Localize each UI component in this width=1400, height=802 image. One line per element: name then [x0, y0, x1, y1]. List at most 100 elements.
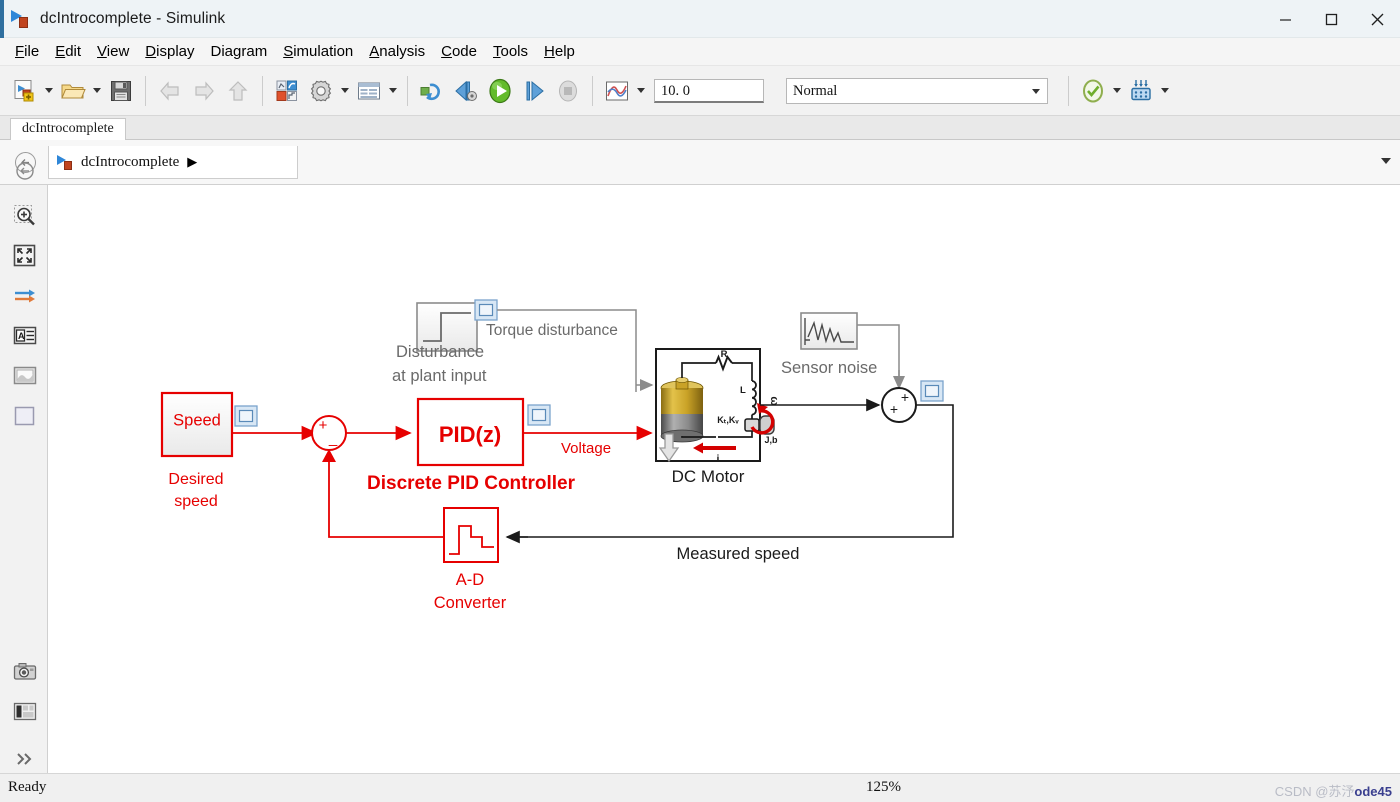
scope-badge-pid[interactable]	[528, 405, 550, 425]
open-folder-icon[interactable]	[56, 74, 90, 108]
desired-speed-inner-label: Speed	[173, 411, 221, 429]
simulink-window: dcIntrocomplete - Simulink File Edit Vie…	[0, 0, 1400, 802]
motor-inductor-label: L	[740, 385, 746, 396]
data-inspector-icon[interactable]	[1124, 74, 1158, 108]
ad-converter-label-line1: A-D	[456, 571, 485, 589]
ad-converter-label-line2: Converter	[434, 594, 507, 612]
text-annotation-button[interactable]: A	[11, 322, 38, 349]
gear-icon[interactable]	[304, 74, 338, 108]
pid-caption: Discrete PID Controller	[367, 473, 576, 494]
close-button[interactable]	[1354, 0, 1400, 38]
simulation-mode-select[interactable]: Normal	[786, 78, 1048, 104]
breadcrumb[interactable]: dcIntrocomplete ▶	[48, 146, 298, 179]
menu-code[interactable]: Code	[433, 41, 485, 62]
zoom-level: 125%	[866, 779, 901, 796]
sum-minus-sign: _	[328, 430, 338, 447]
stop-icon	[551, 74, 585, 108]
menu-simulation[interactable]: Simulation	[275, 41, 361, 62]
signal-highlight-button[interactable]	[11, 282, 38, 309]
new-model-dropdown[interactable]	[42, 74, 56, 108]
menu-help[interactable]: Help	[536, 41, 583, 62]
toolbar-separator-1	[145, 76, 146, 106]
scope-badge-disturbance[interactable]	[475, 300, 497, 320]
scope-dropdown[interactable]	[634, 74, 648, 108]
breadcrumb-model-name: dcIntrocomplete	[81, 154, 179, 171]
run-icon[interactable]	[483, 74, 517, 108]
minimize-button[interactable]	[1262, 0, 1308, 38]
watermark: CSDN @苏汿ode45	[1275, 781, 1392, 800]
save-icon[interactable]	[104, 74, 138, 108]
block-dc-motor[interactable]: R L Kₜ,Kᵥ J,b ω i	[656, 349, 780, 465]
menu-analysis[interactable]: Analysis	[361, 41, 433, 62]
scope-badge-measured[interactable]	[921, 381, 943, 401]
menu-diagram[interactable]: Diagram	[203, 41, 276, 62]
menu-view[interactable]: View	[89, 41, 137, 62]
update-model-icon[interactable]	[415, 74, 449, 108]
model-explorer-icon[interactable]	[352, 74, 386, 108]
open-dropdown[interactable]	[90, 74, 104, 108]
more-tools-button[interactable]	[11, 745, 38, 772]
chevron-down-icon[interactable]	[1381, 158, 1391, 164]
block-diagram: Speed Desired speed + _ PID(z)	[48, 185, 1400, 773]
window-controls	[1262, 0, 1400, 38]
hide-explorer-bar-button[interactable]	[11, 157, 38, 184]
fast-restart-icon[interactable]	[1076, 74, 1110, 108]
maximize-button[interactable]	[1308, 0, 1354, 38]
area-annotation-button[interactable]	[11, 402, 38, 429]
step-forward-icon[interactable]	[517, 74, 551, 108]
back-arrow-icon	[153, 74, 187, 108]
torque-disturbance-label: Torque disturbance	[486, 322, 618, 339]
pid-inner-label: PID(z)	[439, 422, 501, 447]
fit-to-view-button[interactable]	[11, 242, 38, 269]
motor-constants-label: Kₜ,Kᵥ	[717, 415, 739, 425]
block-desired-speed[interactable]: Speed	[162, 393, 232, 456]
chevron-down-icon	[1032, 89, 1040, 94]
sum-noise-plus-1: +	[901, 389, 909, 405]
simulink-model-icon	[57, 154, 75, 171]
toolbar-separator-4	[592, 76, 593, 106]
motor-inertia-label: J,b	[764, 435, 778, 445]
scope-icon[interactable]	[600, 74, 634, 108]
image-annotation-button[interactable]	[11, 362, 38, 389]
simulation-time-input[interactable]: 10. 0	[654, 79, 764, 103]
svg-text:A: A	[18, 331, 25, 341]
disturbance-label-line2: at plant input	[392, 367, 487, 385]
title-bar: dcIntrocomplete - Simulink	[0, 0, 1400, 38]
status-bar: Ready 125% CSDN @苏汿ode45	[0, 773, 1400, 802]
model-explorer-dropdown[interactable]	[386, 74, 400, 108]
canvas-toolbar: A	[0, 185, 48, 773]
data-inspector-dropdown[interactable]	[1158, 74, 1172, 108]
block-pid-controller[interactable]: PID(z)	[418, 399, 523, 465]
motor-resistor-label: R	[721, 349, 728, 360]
tab-dcintrocomplete[interactable]: dcIntrocomplete	[10, 118, 126, 140]
model-canvas[interactable]: Speed Desired speed + _ PID(z)	[48, 185, 1400, 773]
zoom-in-button[interactable]	[11, 202, 38, 229]
fast-restart-dropdown[interactable]	[1110, 74, 1124, 108]
scope-badge-desired-speed[interactable]	[235, 406, 257, 426]
block-ad-converter[interactable]	[444, 508, 498, 562]
toolbar-separator-2	[262, 76, 263, 106]
library-browser-icon[interactable]	[270, 74, 304, 108]
block-sum-error[interactable]: + _	[312, 416, 346, 450]
up-arrow-icon	[221, 74, 255, 108]
menu-edit[interactable]: Edit	[47, 41, 89, 62]
measured-speed-label: Measured speed	[677, 545, 800, 563]
new-model-icon[interactable]	[8, 74, 42, 108]
voltage-signal-label: Voltage	[561, 440, 611, 457]
menu-tools[interactable]: Tools	[485, 41, 536, 62]
screenshot-button[interactable]	[11, 658, 38, 685]
menu-file[interactable]: File	[7, 41, 47, 62]
tab-strip: dcIntrocomplete	[0, 116, 1400, 140]
toolbar-separator-5	[1068, 76, 1069, 106]
step-back-icon[interactable]	[449, 74, 483, 108]
print-to-figure-button[interactable]	[11, 698, 38, 725]
sensor-noise-label: Sensor noise	[781, 359, 877, 377]
motor-current-label: i	[717, 453, 720, 465]
menu-display[interactable]: Display	[137, 41, 202, 62]
block-sensor-noise[interactable]	[801, 313, 857, 349]
block-sum-noise[interactable]: + +	[882, 388, 916, 422]
toolbar-separator-3	[407, 76, 408, 106]
simulink-model-icon	[11, 9, 33, 29]
gear-dropdown[interactable]	[338, 74, 352, 108]
simulation-mode-value: Normal	[793, 83, 837, 99]
